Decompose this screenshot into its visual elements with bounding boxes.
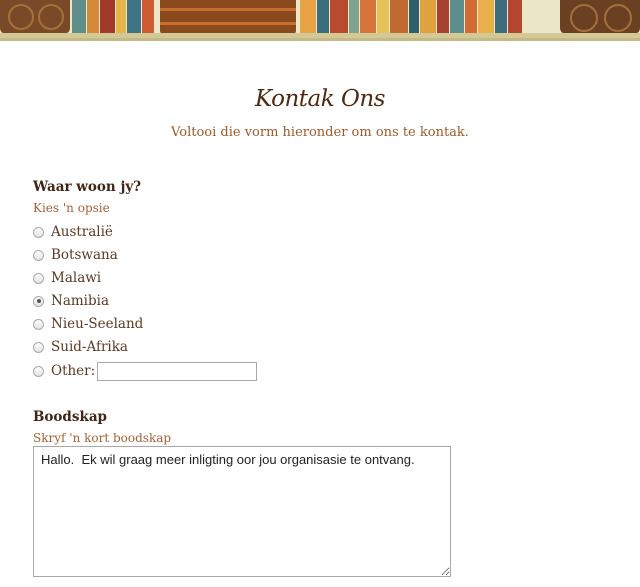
book-illustration (300, 0, 316, 34)
book-illustration (377, 0, 389, 34)
page-title: Kontak Ons (255, 86, 385, 112)
cabinet-illustration-left (0, 0, 70, 34)
book-illustration (508, 0, 522, 34)
book-illustration (495, 0, 507, 34)
message-question-label: Boodskap (33, 409, 107, 425)
book-illustration (450, 0, 464, 34)
header-banner (0, 0, 640, 41)
location-question-help: Kies 'n opsie (33, 201, 110, 215)
radio-option-label: Nieu-Seeland (51, 316, 144, 332)
book-illustration (116, 0, 126, 34)
book-illustration (127, 0, 141, 34)
radio-button[interactable] (33, 341, 44, 353)
radio-option-label: Other: (51, 363, 96, 379)
book-illustration (330, 0, 348, 34)
radio-option-botswana[interactable]: Botswana (33, 246, 118, 264)
radio-option-label: Namibia (51, 293, 109, 309)
book-illustration (100, 0, 115, 34)
radio-option-australie[interactable]: Australië (33, 223, 113, 241)
book-illustration (390, 0, 408, 34)
book-illustration (409, 0, 419, 34)
other-text-input[interactable] (97, 361, 258, 381)
radio-option-label: Australië (51, 224, 113, 240)
radio-button[interactable] (33, 365, 44, 377)
radio-button[interactable] (33, 249, 44, 261)
radio-button[interactable] (33, 226, 44, 238)
radio-option-malawi[interactable]: Malawi (33, 269, 101, 287)
message-question-help: Skryf 'n kort boodskap (33, 431, 172, 445)
trunk-illustration (160, 0, 296, 34)
book-illustration (87, 0, 99, 34)
radio-option-other[interactable]: Other: (33, 361, 258, 381)
book-illustration (142, 0, 154, 34)
message-textarea[interactable]: Hallo. Ek wil graag meer inligting oor j… (33, 446, 451, 577)
radio-option-suid-afrika[interactable]: Suid-Afrika (33, 338, 128, 356)
radio-option-label: Malawi (51, 270, 102, 286)
page-subtitle: Voltooi die vorm hieronder om ons te kon… (171, 125, 469, 140)
book-illustration (349, 0, 359, 34)
radio-option-label: Suid-Afrika (51, 339, 128, 355)
radio-option-label: Botswana (51, 247, 118, 263)
book-illustration (360, 0, 376, 34)
book-illustration (437, 0, 449, 34)
book-illustration (478, 0, 494, 34)
radio-option-namibia[interactable]: Namibia (33, 292, 109, 310)
radio-button[interactable] (33, 272, 44, 284)
book-illustration (420, 0, 436, 34)
location-question-label: Waar woon jy? (33, 179, 142, 195)
book-illustration (72, 0, 86, 34)
radio-option-nieu-seeland[interactable]: Nieu-Seeland (33, 315, 143, 333)
cabinet-illustration-right (560, 0, 640, 34)
book-illustration (317, 0, 329, 34)
radio-button[interactable] (33, 318, 44, 330)
book-illustration (465, 0, 477, 34)
radio-button-selected[interactable] (33, 295, 44, 307)
